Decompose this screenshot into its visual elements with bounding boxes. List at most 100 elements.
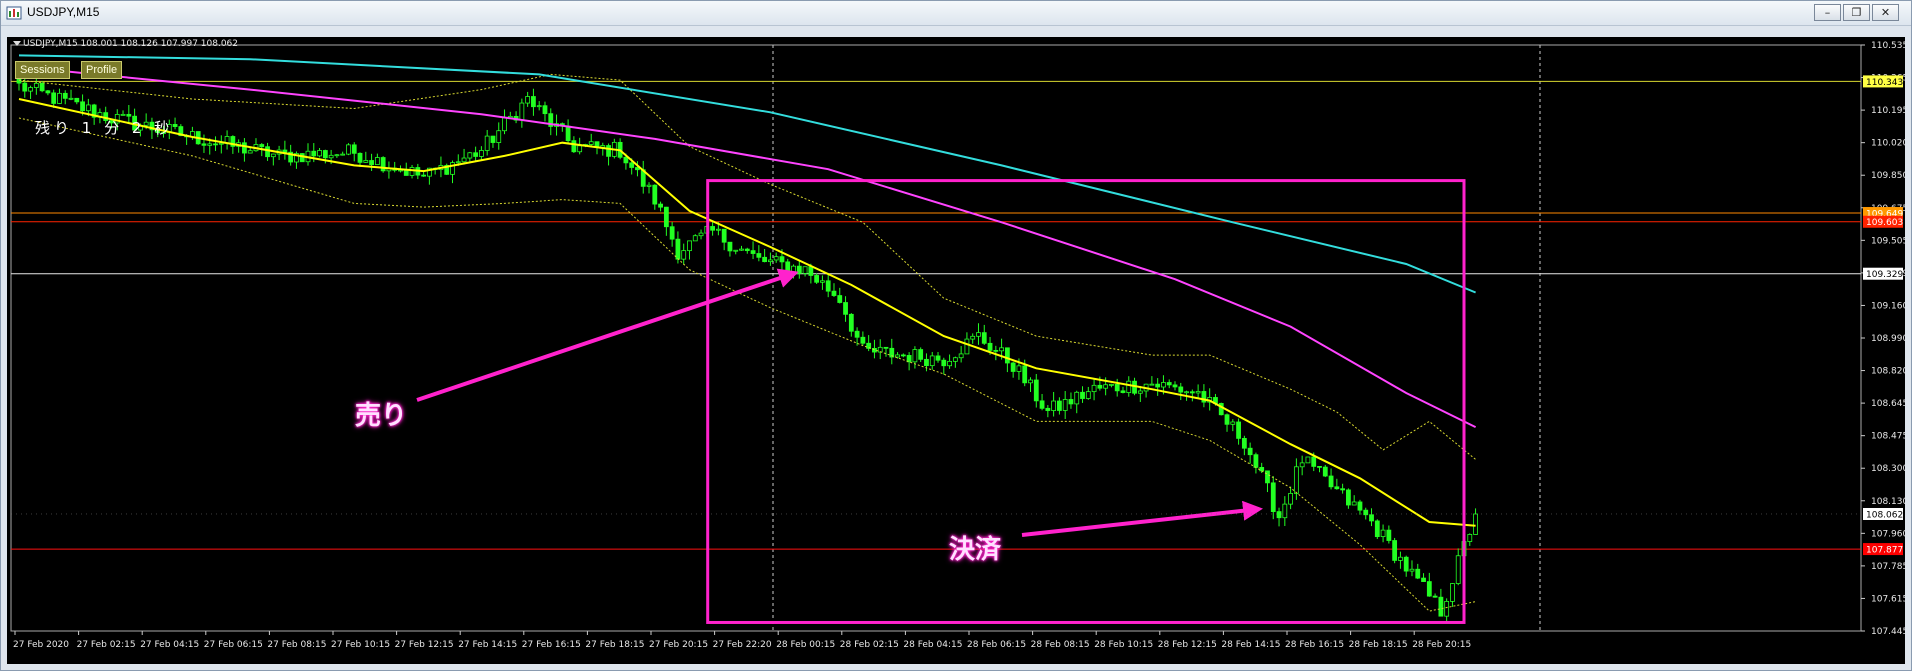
candle-body (941, 359, 947, 367)
candle-body (85, 104, 91, 112)
candle-body (351, 144, 357, 154)
price-marker-label: 108.062 (1866, 510, 1903, 520)
window-controls: – ❐ ✕ (1814, 4, 1899, 22)
symbol-info-header[interactable]: USDJPY,M15 108.001 108.126 107.997 108.0… (13, 39, 238, 49)
candle-body (45, 90, 51, 94)
price-tick-label: 108.645 (1871, 399, 1905, 409)
candle-body (768, 259, 773, 263)
candle-body (658, 203, 663, 208)
bar-countdown: 残り 1 分 2 秒 (35, 119, 174, 137)
candle-body (1346, 489, 1351, 506)
settle-annotation: 決済 (949, 535, 1002, 565)
candle-body (369, 160, 374, 165)
price-tick-label: 108.475 (1871, 432, 1905, 442)
candle-body (820, 280, 825, 283)
candle-body (924, 358, 929, 367)
candle-body (1409, 568, 1415, 572)
restore-icon[interactable]: ❐ (1843, 4, 1870, 21)
time-tick-label: 27 Feb 22:20 (713, 640, 772, 650)
price-chart[interactable]: 110.535110.365110.195110.020109.850109.6… (7, 37, 1908, 664)
candle-body (756, 253, 762, 258)
time-tick-label: 27 Feb 06:15 (204, 640, 263, 650)
candle-body (1166, 382, 1172, 386)
candle-body (357, 152, 363, 163)
candle-body (1109, 383, 1114, 386)
candle-body (1230, 421, 1236, 425)
price-marker-label: 107.877 (1866, 546, 1903, 556)
candle-body (1305, 456, 1311, 464)
candle-body (1432, 595, 1438, 598)
candle-body (374, 157, 380, 165)
candle-body (126, 113, 132, 117)
candle-body (409, 167, 415, 176)
candle-body (976, 332, 981, 337)
time-tick-label: 28 Feb 20:15 (1412, 640, 1471, 650)
price-tick-label: 107.960 (1871, 529, 1905, 539)
candle-body (681, 250, 687, 260)
price-tick-label: 109.850 (1871, 171, 1905, 181)
candle-body (172, 124, 178, 127)
time-tick-label: 28 Feb 10:15 (1094, 640, 1153, 650)
profile-tag[interactable]: Profile (81, 61, 123, 79)
candle-body (1247, 447, 1253, 456)
candle-body (883, 346, 889, 349)
candle-body (213, 143, 218, 146)
close-icon[interactable]: ✕ (1872, 4, 1899, 21)
price-tick-label: 107.785 (1871, 562, 1905, 572)
title-bar[interactable]: USDJPY,M15 – ❐ ✕ (1, 1, 1911, 26)
candle-body (744, 248, 750, 252)
candle-body (1016, 365, 1022, 372)
settle-arrow (1021, 500, 1263, 537)
candle-body (1450, 583, 1455, 602)
candle-body (802, 266, 808, 274)
candle-body (68, 97, 74, 100)
candle-body (629, 162, 635, 168)
candle-body (750, 250, 756, 254)
candle-body (525, 96, 531, 104)
price-marker-label: 110.343 (1866, 78, 1903, 88)
candle-body (918, 349, 924, 360)
candle-body (1236, 421, 1241, 439)
minimize-icon[interactable]: – (1814, 4, 1841, 21)
time-tick-label: 27 Feb 14:15 (458, 640, 517, 650)
candle-body (242, 142, 247, 154)
candle-body (1363, 509, 1369, 516)
candle-body (1022, 365, 1028, 384)
candle-body (1270, 482, 1276, 513)
candle-body (1421, 577, 1426, 582)
candle-body (201, 143, 207, 146)
sessions-tag[interactable]: Sessions (15, 61, 70, 79)
price-tick-label: 110.195 (1871, 106, 1905, 116)
candle-body (958, 353, 964, 359)
candle-body (999, 347, 1004, 352)
candle-body (247, 150, 253, 154)
candle-body (51, 92, 57, 104)
candle-body (22, 82, 28, 92)
envelope-lower-line (18, 117, 1476, 612)
candle-body (80, 101, 85, 112)
candle-body (762, 256, 768, 263)
candle-body (848, 313, 854, 332)
candle-body (1415, 568, 1421, 579)
price-chart-area[interactable]: 110.535110.365110.195110.020109.850109.6… (7, 37, 1908, 664)
candle-body (646, 184, 652, 187)
candle-body (577, 145, 583, 153)
candle-body (1259, 467, 1265, 472)
candle-body (120, 113, 126, 116)
candle-body (1178, 386, 1184, 393)
candle-body (536, 105, 542, 108)
candle-body (571, 140, 577, 153)
candle-body (565, 125, 571, 142)
candle-body (265, 146, 270, 158)
candle-body (831, 290, 837, 296)
price-tick-label: 110.535 (1871, 41, 1905, 51)
candle-body (1392, 540, 1398, 561)
candle-body (1155, 383, 1161, 388)
candle-body (1126, 380, 1132, 393)
candle-body (1398, 556, 1403, 561)
price-tick-label: 109.505 (1871, 236, 1905, 246)
candle-body (1293, 466, 1299, 494)
candle-body (473, 152, 479, 157)
candle-body (1028, 379, 1033, 384)
collapse-triangle-icon[interactable] (13, 41, 21, 46)
